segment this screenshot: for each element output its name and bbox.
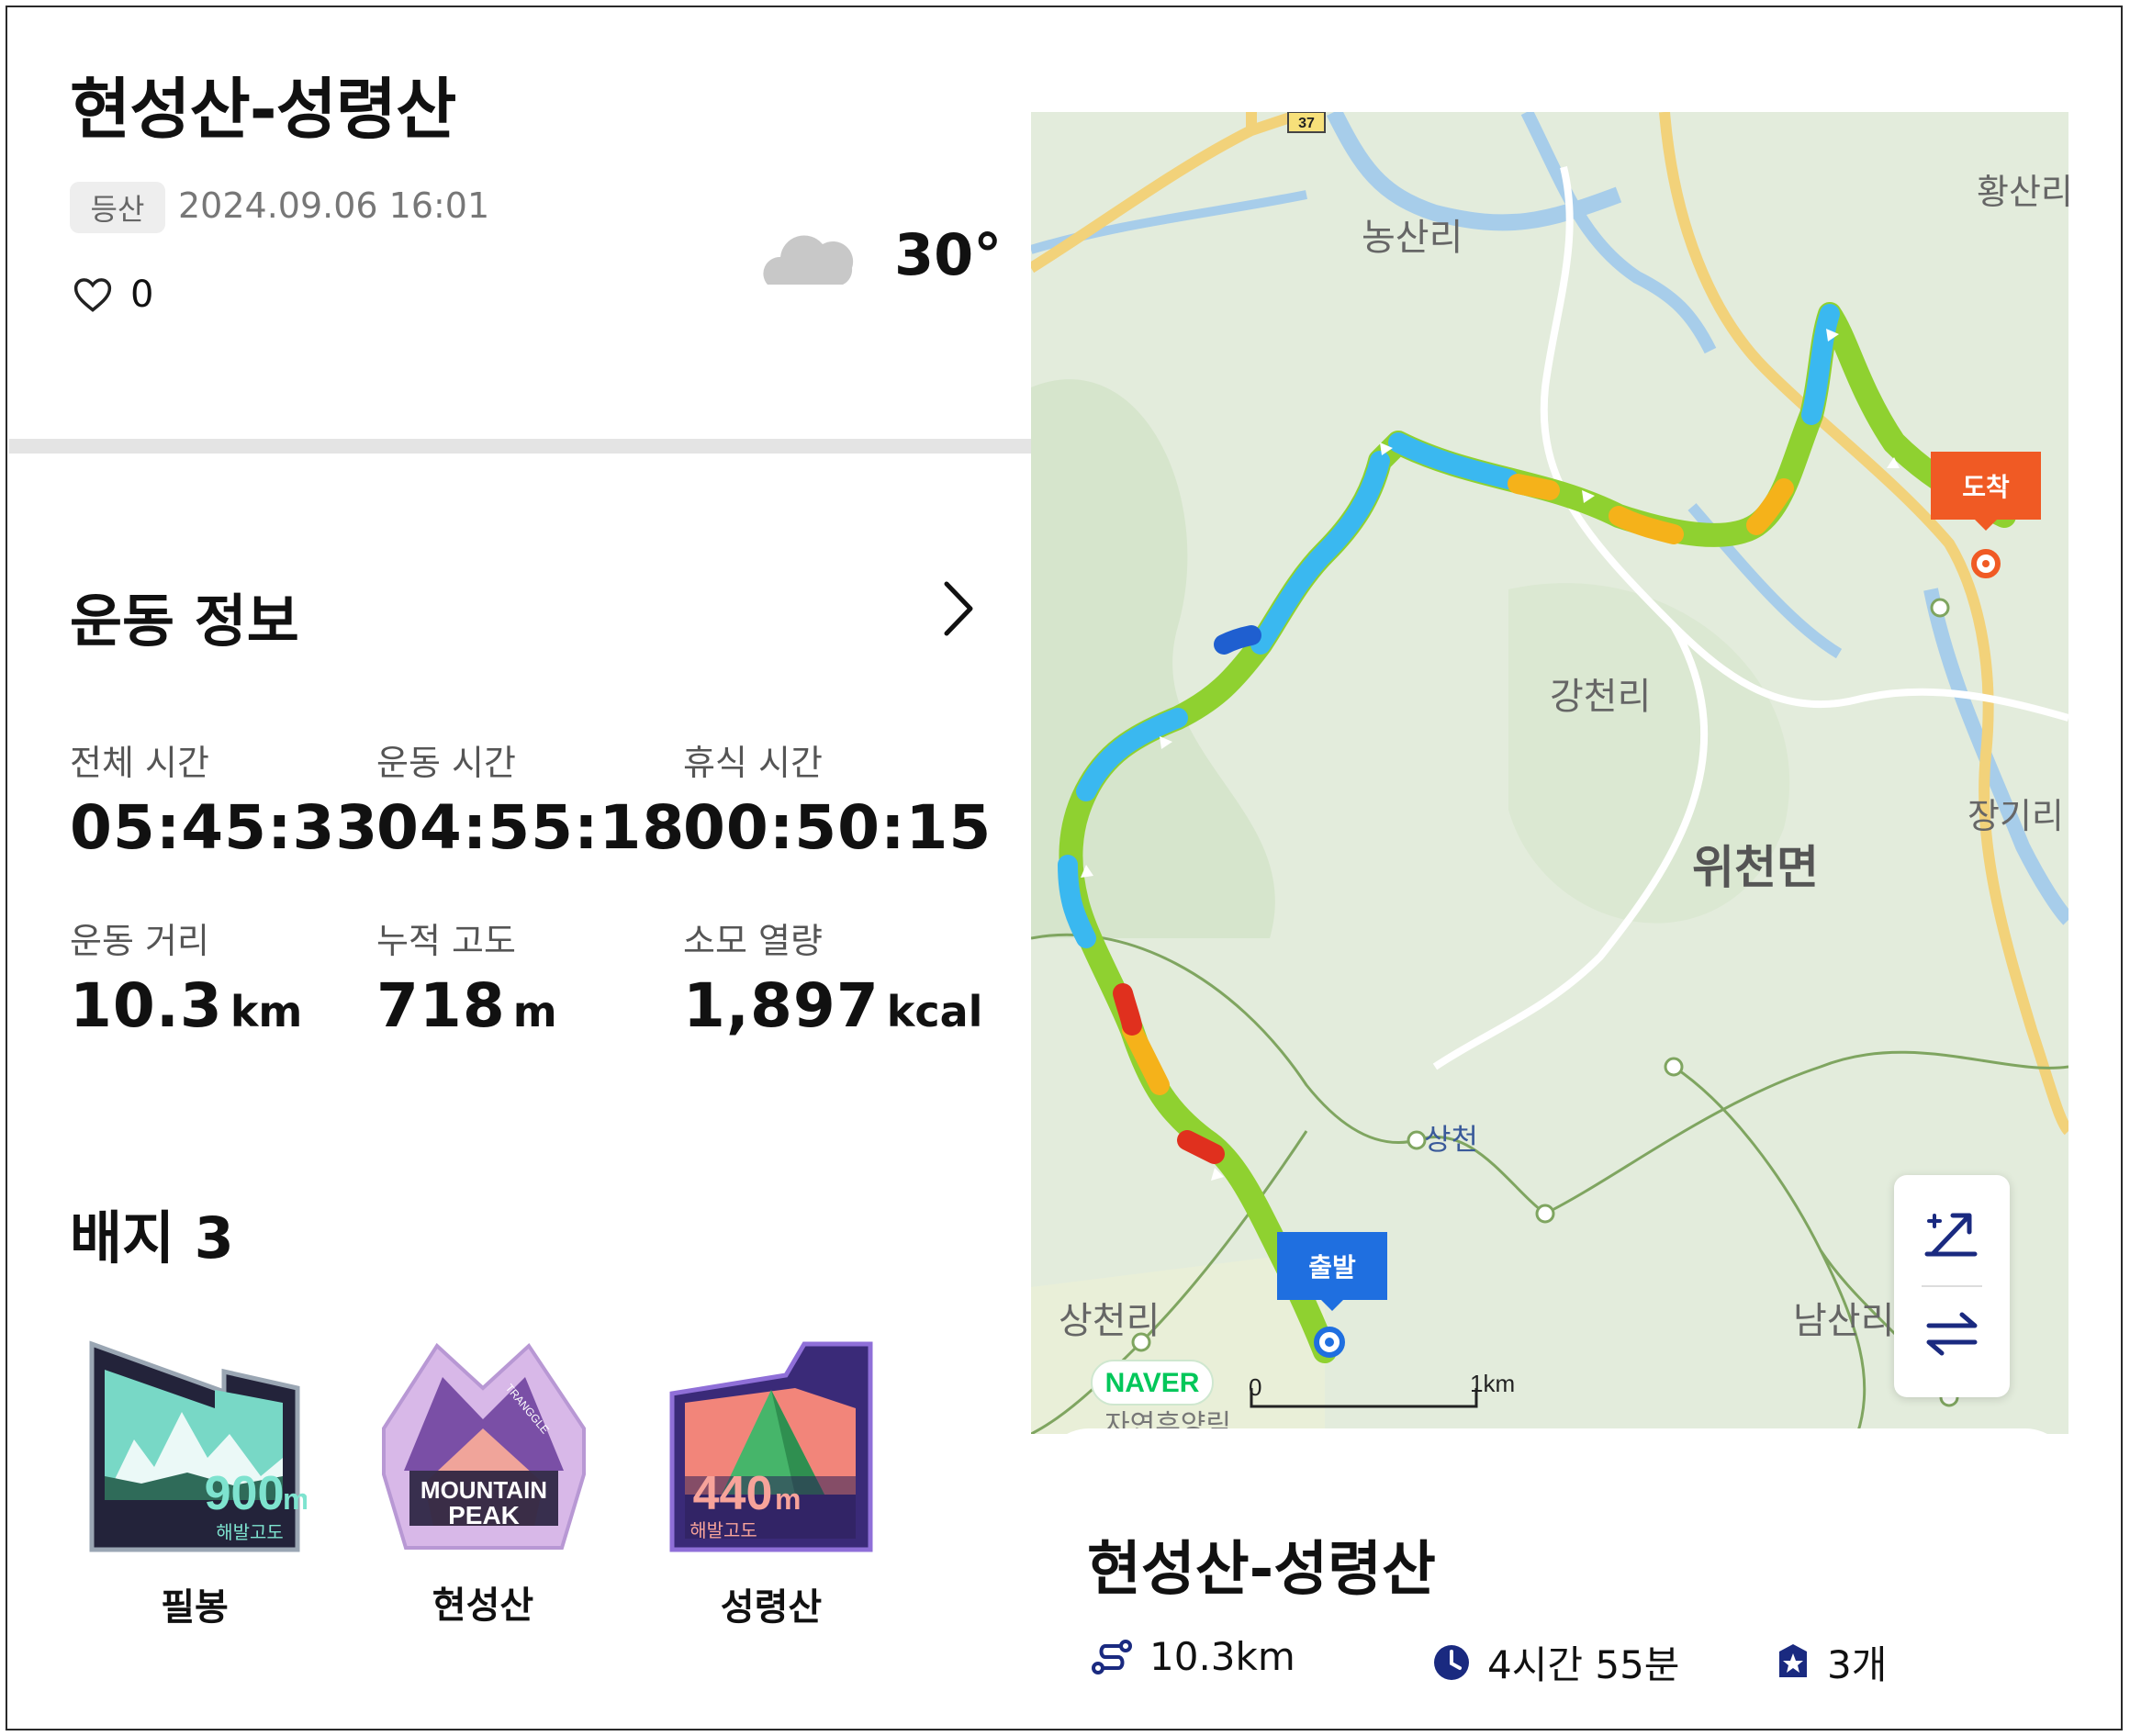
stat-unit: m [512,987,557,1036]
route-distance-icon [1092,1639,1132,1674]
badge-line1: MOUNTAIN [420,1476,547,1504]
stat-rest-time: 휴식 시간 00:50:15 [683,734,992,863]
place-label: 황산리 [1977,172,2068,212]
stat-elevation: 누적 고도 718 m [376,913,557,1041]
badge-emblem: 900 m 해발고도 [89,1340,308,1552]
stat-label: 휴식 시간 [683,743,823,783]
stat-value: 718 [376,970,506,1041]
section-divider [9,439,1036,454]
stat-unit: kcal [886,987,983,1036]
stat-value: 10.3 [70,970,223,1041]
activity-screen: 현성산-성령산 등산 2024.09.06 16:01 0 30° 운동 정보 … [6,6,2123,1730]
stat-value: 04:55:18 [376,792,686,863]
exercise-section-title: 운동 정보 [70,588,299,655]
stat-unit: km [230,987,303,1036]
badges-section-title: 배지 3 [70,1204,234,1271]
summary-distance: 10.3km [1091,1634,1295,1679]
place-label: 상천리 [1059,1300,1160,1342]
like-button[interactable]: 0 [73,274,153,316]
place-label: 농산리 [1362,217,1463,259]
start-label: 출발 [1308,1252,1356,1282]
stat-label: 운동 시간 [376,743,516,783]
map-controls [1894,1175,2010,1397]
badge-emblem: 440 m 해발고도 [669,1341,873,1552]
place-label: 강천리 [1550,676,1651,718]
summary-badges-value: 3개 [1827,1642,1888,1687]
stat-value: 00:50:15 [683,792,992,863]
badge-elevation: 900 [205,1467,285,1520]
badge-elevation: 440 [693,1467,773,1520]
weather: 30° [760,220,1002,288]
activity-type-tag: 등산 [70,182,165,233]
road-number: 37 [1298,116,1315,131]
summary-distance-value: 10.3km [1149,1634,1295,1679]
stat-moving-time: 운동 시간 04:55:18 [376,734,685,863]
stat-label: 누적 고도 [376,921,516,961]
stat-value: 05:45:33 [70,792,379,863]
stat-label: 소모 열량 [683,921,823,961]
summary-badges: 3개 [1776,1634,1887,1690]
badge-unit: m [283,1483,307,1516]
stat-total-time: 전체 시간 05:45:33 [70,734,378,863]
scale-end: 1km [1470,1370,1515,1397]
summary-title: 현성산-성령산 [1087,1536,1436,1604]
badge-emblem: MOUNTAIN PEAK TRANGGLE [382,1342,586,1550]
badge-hyeonseongsan[interactable]: MOUNTAIN PEAK TRANGGLE 현성산 [378,1337,589,1629]
scale-start: 0 [1249,1373,1261,1401]
control-divider [1922,1285,1982,1287]
end-label: 도착 [1962,472,2010,502]
badge-caption: 해발고도 [689,1519,757,1541]
chevron-right-icon[interactable] [939,578,978,639]
badge-pilbong[interactable]: 900 m 해발고도 필봉 [86,1338,308,1630]
temperature: 30° [894,220,1003,288]
badge-line2: PEAK [448,1501,520,1529]
activity-datetime: 2024.09.06 16:01 [178,185,490,226]
swap-direction-button[interactable] [1920,1305,1984,1368]
stat-label: 전체 시간 [70,743,209,783]
stat-label: 운동 거리 [70,921,209,961]
swap-arrows-icon [1926,1312,1978,1356]
stat-calories: 소모 열량 1,897 kcal [683,913,982,1041]
cloud-icon [763,235,854,285]
place-label: 위천면 [1692,841,1819,894]
like-count: 0 [130,274,154,316]
summary-duration: 4시간 55분 [1432,1634,1679,1690]
page-title: 현성산-성령산 [70,71,456,148]
place-label: 남산리 [1793,1300,1894,1342]
place-label: 장기리 [1967,796,2064,836]
stat-distance: 운동 거리 10.3 km [70,913,302,1041]
stat-value: 1,897 [683,970,880,1041]
place-label: 상천 [1424,1122,1478,1157]
elevation-slope-icon [1924,1213,1978,1257]
badge-caption: 해발고도 [216,1521,284,1543]
naver-logo: NAVER [1105,1368,1200,1398]
badge-name: 필봉 [161,1586,229,1629]
badge-name: 현성산 [432,1585,534,1627]
badge-name: 성령산 [720,1586,823,1629]
heart-icon [73,278,112,312]
elevation-toggle-button[interactable] [1920,1203,1984,1265]
badge-shield-icon [1779,1643,1807,1677]
summary-duration-value: 4시간 55분 [1487,1642,1680,1687]
clock-icon [1434,1644,1469,1680]
badge-seongnyeongsan[interactable]: 440 m 해발고도 성령산 [667,1338,878,1630]
badge-unit: m [775,1483,801,1516]
